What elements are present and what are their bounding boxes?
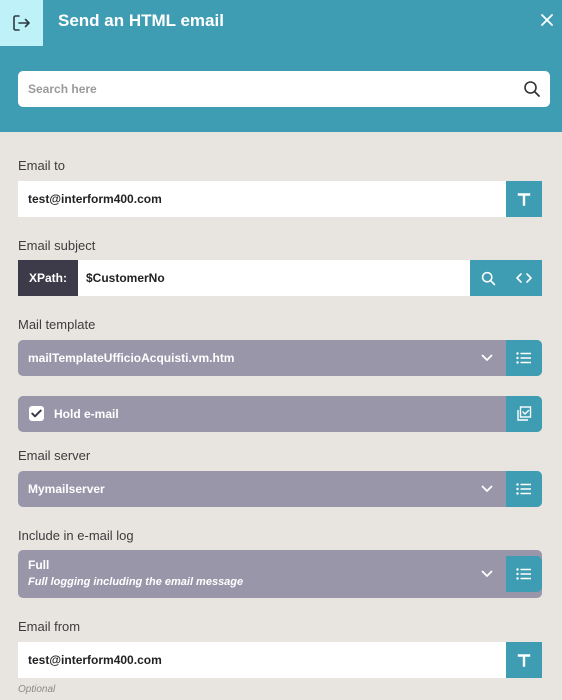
email-to-label: Email to (18, 158, 65, 173)
email-server-value: Mymailserver (28, 482, 105, 496)
checkbox-list-icon (517, 406, 532, 421)
close-icon (541, 14, 553, 26)
hold-email-checkbox[interactable] (29, 406, 44, 421)
panel-title: Send an HTML email (58, 11, 224, 30)
hold-email-row: Hold e-mail (18, 396, 542, 432)
email-server-select[interactable]: Mymailserver (18, 471, 542, 507)
email-server-label: Email server (18, 448, 91, 463)
email-subject-label: Email subject (18, 238, 96, 253)
email-from-label: Email from (18, 619, 81, 634)
email-from-field[interactable]: test@interform400.com (18, 642, 542, 678)
mail-template-select[interactable]: mailTemplateUfficioAcquisti.vm.htm (18, 340, 542, 376)
email-log-label: Include in e-mail log (18, 528, 134, 543)
email-to-value: test@interform400.com (28, 192, 162, 206)
list-icon (516, 483, 531, 495)
email-from-hint: Optional (18, 684, 56, 695)
exit-icon (12, 15, 30, 31)
email-from-value: test@interform400.com (28, 653, 162, 667)
list-icon (516, 568, 531, 580)
email-log-value: Full (28, 558, 50, 572)
close-button[interactable] (538, 11, 556, 29)
search-box (18, 71, 550, 107)
email-log-description: Full logging including the email message (28, 576, 244, 588)
search-input[interactable] (18, 71, 508, 107)
xpath-tag: XPath: (18, 260, 78, 296)
search-icon (524, 81, 540, 97)
search-icon (481, 271, 495, 285)
hold-email-button[interactable] (506, 396, 542, 432)
email-to-field[interactable]: test@interform400.com (18, 181, 542, 217)
exit-button[interactable] (0, 0, 43, 46)
email-server-list-button[interactable] (506, 471, 542, 507)
xpath-search-button[interactable] (470, 260, 506, 296)
email-to-text-button[interactable] (506, 181, 542, 217)
search-button[interactable] (522, 79, 542, 99)
chevron-down-icon[interactable] (480, 482, 494, 496)
hold-email-label: Hold e-mail (54, 407, 119, 421)
chevron-down-icon[interactable] (480, 567, 494, 581)
panel-header: Send an HTML email (0, 0, 562, 132)
email-subject-field[interactable]: XPath: $CustomerNo (18, 260, 542, 296)
email-subject-value: $CustomerNo (86, 271, 165, 285)
mail-template-label: Mail template (18, 317, 96, 332)
chevron-down-icon[interactable] (480, 351, 494, 365)
code-icon (516, 273, 532, 283)
text-t-icon (517, 193, 531, 206)
mail-template-list-button[interactable] (506, 340, 542, 376)
list-icon (516, 352, 531, 364)
email-log-select[interactable]: Full Full logging including the email me… (18, 550, 542, 598)
email-log-list-button[interactable] (506, 556, 542, 592)
text-t-icon (517, 654, 531, 667)
email-from-text-button[interactable] (506, 642, 542, 678)
checkmark-icon (31, 409, 42, 418)
xpath-code-button[interactable] (506, 260, 542, 296)
mail-template-value: mailTemplateUfficioAcquisti.vm.htm (28, 351, 235, 365)
